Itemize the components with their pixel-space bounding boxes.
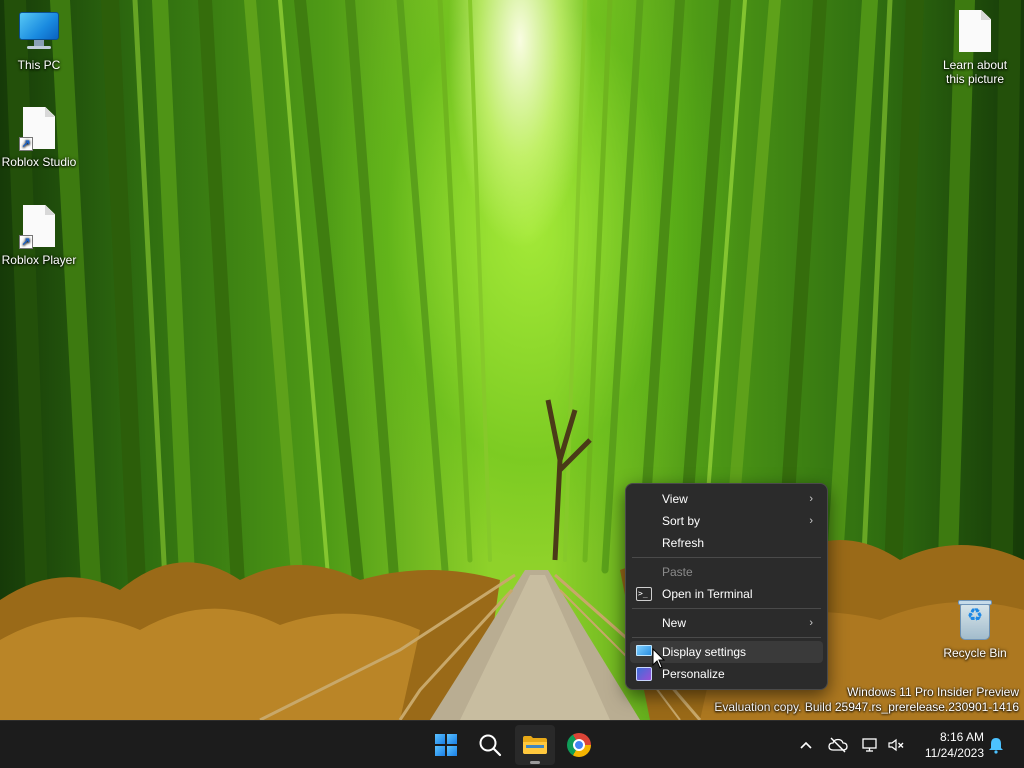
menu-item-label: Paste	[662, 565, 693, 579]
menu-item-view[interactable]: View ›	[630, 488, 823, 510]
clock-time: 8:16 AM	[939, 730, 984, 744]
desktop-icon-roblox-player[interactable]: ↗ Roblox Player	[0, 205, 78, 267]
menu-item-label: New	[662, 616, 687, 630]
chevron-right-icon: ›	[809, 493, 813, 505]
shortcut-arrow-icon: ↗	[19, 137, 33, 151]
menu-item-label: Display settings	[662, 645, 747, 659]
desktop-icon-label: Learn about this picture	[942, 58, 1008, 86]
chevron-right-icon: ›	[809, 515, 813, 527]
cloud-off-icon[interactable]	[828, 735, 848, 755]
desktop-icon-roblox-studio[interactable]: ↗ Roblox Studio	[0, 107, 78, 169]
desktop-icon-this-pc[interactable]: This PC	[0, 10, 78, 72]
taskbar: 8:16 AM 11/24/2023	[0, 720, 1024, 768]
menu-separator	[632, 637, 821, 638]
desktop-icon-label: Roblox Studio	[1, 155, 77, 169]
clock[interactable]: 8:16 AM 11/24/2023	[912, 729, 984, 761]
shortcut-arrow-icon: ↗	[19, 235, 33, 249]
notification-bell-icon[interactable]	[986, 735, 1006, 755]
menu-item-sort-by[interactable]: Sort by ›	[630, 510, 823, 532]
display-icon	[636, 645, 652, 656]
menu-item-new[interactable]: New ›	[630, 612, 823, 634]
mouse-cursor-icon	[652, 648, 666, 669]
monitor-icon	[17, 10, 61, 54]
desktop-wallpaper[interactable]	[0, 0, 1024, 720]
menu-item-paste: Paste	[630, 561, 823, 583]
volume-muted-icon[interactable]	[886, 735, 906, 755]
watermark-build: Evaluation copy. Build 25947.rs_prerelea…	[714, 700, 1019, 714]
menu-separator	[632, 557, 821, 558]
chevron-up-icon[interactable]	[796, 735, 816, 755]
chevron-right-icon: ›	[809, 617, 813, 629]
menu-item-label: Personalize	[662, 667, 725, 681]
menu-item-refresh[interactable]: Refresh	[630, 532, 823, 554]
clock-date: 11/24/2023	[924, 746, 984, 760]
personalize-icon	[636, 667, 652, 681]
desktop-icon-label: Recycle Bin	[943, 646, 1007, 660]
desktop-icon-learn-about-this-picture[interactable]: Learn about this picture	[935, 10, 1015, 86]
menu-item-open-in-terminal[interactable]: >_ Open in Terminal	[630, 583, 823, 605]
menu-separator	[632, 608, 821, 609]
menu-item-label: Sort by	[662, 514, 701, 528]
terminal-icon: >_	[636, 587, 652, 601]
menu-item-label: Open in Terminal	[662, 587, 753, 601]
menu-item-label: View	[662, 492, 688, 506]
file-icon	[953, 10, 997, 54]
bamboo-forest-image	[0, 0, 1024, 720]
system-tray: 8:16 AM 11/24/2023	[0, 721, 1024, 768]
shortcut-file-icon: ↗	[17, 107, 61, 151]
desktop-icon-label: This PC	[17, 58, 61, 72]
desktop-icon-label: Roblox Player	[1, 253, 77, 267]
recycle-bin-icon: ♻	[953, 598, 997, 642]
shortcut-file-icon: ↗	[17, 205, 61, 249]
desktop-icon-recycle-bin[interactable]: ♻ Recycle Bin	[935, 598, 1015, 660]
menu-item-label: Refresh	[662, 536, 705, 550]
network-icon[interactable]	[860, 735, 880, 755]
